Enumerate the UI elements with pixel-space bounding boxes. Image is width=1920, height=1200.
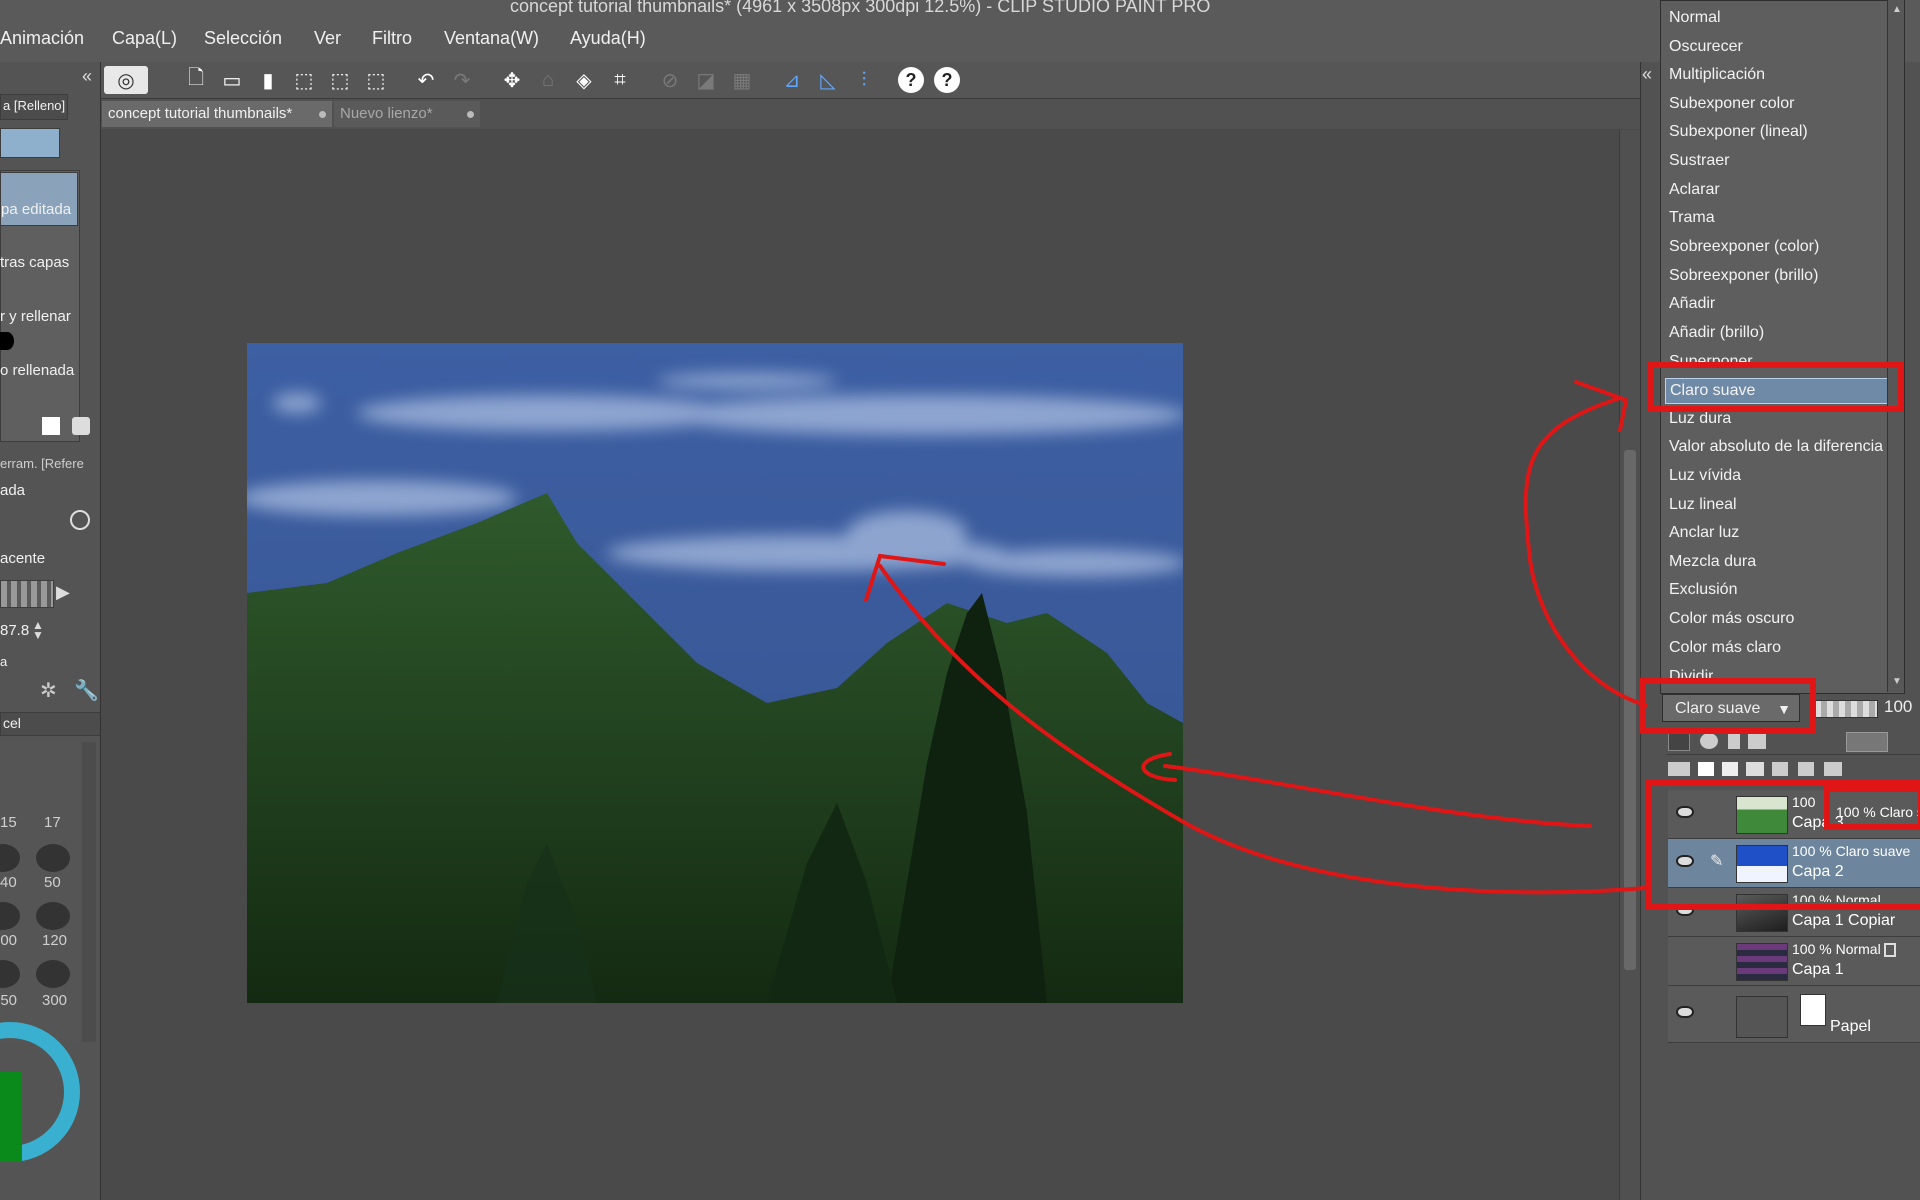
arrow-to-option (1523, 396, 1648, 707)
arrow-to-sky (878, 564, 1647, 895)
annotation-arrows (864, 380, 1648, 895)
arrow-to-layer (1163, 764, 1592, 828)
arrowhead (864, 553, 946, 602)
